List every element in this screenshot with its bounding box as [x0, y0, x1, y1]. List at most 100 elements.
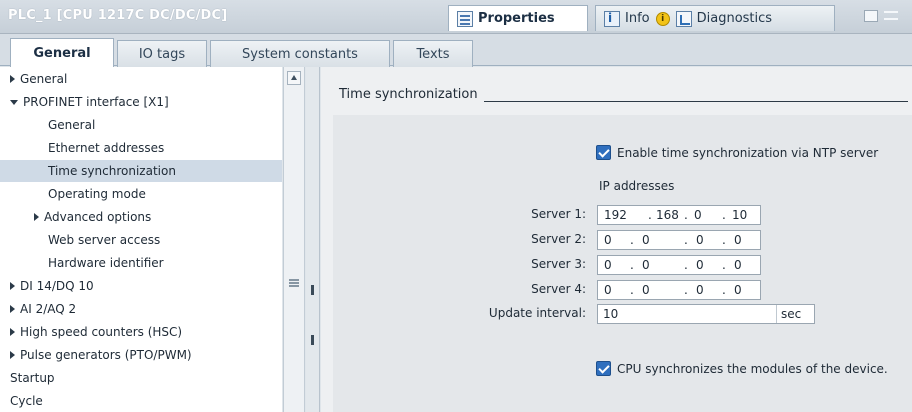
- nav-item-general[interactable]: General: [0, 68, 282, 90]
- expand-arrow-icon[interactable]: [10, 75, 15, 83]
- nav-scrollbar[interactable]: [283, 67, 305, 412]
- expand-arrow-icon[interactable]: [10, 351, 15, 359]
- ip-octet: 0: [696, 233, 704, 247]
- diagnostics-icon: [675, 10, 692, 27]
- nav-item-hsc[interactable]: High speed counters (HSC): [0, 321, 282, 343]
- ip-octet: 168: [656, 208, 679, 222]
- ip-octet: 0: [696, 258, 704, 272]
- ip-octet: 0: [696, 283, 704, 297]
- properties-content: Time synchronization Enable time synchro…: [321, 67, 912, 412]
- nav-item-label: General: [20, 72, 68, 86]
- nav-item-hardware-identifier[interactable]: Hardware identifier: [0, 252, 282, 274]
- ip-octet: 0: [642, 258, 650, 272]
- splitter-marker-icon: [311, 285, 314, 295]
- expand-arrow-icon[interactable]: [34, 213, 39, 221]
- ip-octet: 0: [734, 258, 742, 272]
- ip-dot: .: [722, 258, 726, 272]
- nav-item-profinet-general[interactable]: General: [0, 114, 282, 136]
- nav-item-cycle[interactable]: Cycle: [0, 390, 282, 412]
- server-1-ip-input[interactable]: 192 . 168 . 0 . 10: [597, 205, 761, 225]
- nav-item-advanced-options[interactable]: Advanced options: [0, 206, 282, 228]
- nav-item-label: Advanced options: [44, 210, 152, 224]
- nav-item-label: High speed counters (HSC): [20, 325, 183, 339]
- nav-item-label: Cycle: [10, 394, 43, 408]
- tab-io-tags[interactable]: IO tags: [117, 40, 207, 67]
- checkmark-icon[interactable]: [596, 145, 611, 160]
- tab-general[interactable]: General: [10, 38, 114, 67]
- ip-dot: .: [684, 208, 688, 222]
- ip-octet: 0: [604, 258, 612, 272]
- properties-label: Properties: [478, 11, 555, 26]
- navigation-tree: General PROFINET interface [X1] General …: [0, 67, 282, 412]
- tab-texts[interactable]: Texts: [393, 40, 473, 67]
- window-title: PLC_1 [CPU 1217C DC/DC/DC]: [8, 8, 228, 23]
- update-interval-input[interactable]: 10 sec: [597, 304, 815, 324]
- panel-splitter[interactable]: [306, 67, 320, 412]
- server-2-label: Server 2:: [531, 232, 586, 246]
- title-bar: PLC_1 [CPU 1217C DC/DC/DC] Properties In…: [0, 0, 912, 34]
- ntp-sync-checkbox[interactable]: Enable time synchronization via NTP serv…: [596, 145, 878, 160]
- diagnostics-label: Diagnostics: [696, 11, 773, 26]
- expand-arrow-icon[interactable]: [10, 328, 15, 336]
- minimize-panel-icon[interactable]: [884, 11, 898, 20]
- server-4-ip-input[interactable]: 0 . 0 . 0 . 0: [597, 280, 761, 300]
- nav-item-label: Pulse generators (PTO/PWM): [20, 348, 192, 362]
- update-interval-value: 10: [603, 307, 619, 321]
- ip-dot: .: [630, 283, 634, 297]
- ip-dot: .: [722, 208, 726, 222]
- nav-item-label: Operating mode: [48, 187, 146, 201]
- nav-item-pulse-generators[interactable]: Pulse generators (PTO/PWM): [0, 344, 282, 366]
- update-interval-label: Update interval:: [488, 306, 586, 320]
- nav-item-label: Hardware identifier: [48, 256, 164, 270]
- nav-item-startup[interactable]: Startup: [0, 367, 282, 389]
- info-diagnostics-tab[interactable]: Info i Diagnostics: [595, 5, 835, 31]
- nav-item-label: Ethernet addresses: [48, 141, 165, 155]
- nav-item-label: Time synchronization: [48, 164, 176, 178]
- nav-item-time-synchronization[interactable]: Time synchronization: [0, 160, 282, 182]
- ip-octet: 0: [604, 283, 612, 297]
- nav-item-label: Startup: [10, 371, 55, 385]
- float-window-icon[interactable]: [864, 10, 878, 22]
- sync-modules-label: CPU synchronizes the modules of the devi…: [617, 361, 888, 376]
- nav-item-di-dq[interactable]: DI 14/DQ 10: [0, 275, 282, 297]
- ip-octet: 192: [604, 208, 627, 222]
- properties-tab[interactable]: Properties: [448, 5, 588, 31]
- splitter-marker-icon: [311, 335, 314, 345]
- sync-modules-checkbox[interactable]: CPU synchronizes the modules of the devi…: [596, 361, 888, 376]
- nav-item-ai-aq[interactable]: AI 2/AQ 2: [0, 298, 282, 320]
- nav-item-operating-mode[interactable]: Operating mode: [0, 183, 282, 205]
- server-3-label: Server 3:: [531, 257, 586, 271]
- ip-dot: .: [722, 283, 726, 297]
- expand-arrow-icon[interactable]: [10, 282, 15, 290]
- info-alert-icon: i: [655, 11, 670, 26]
- nav-item-label: Web server access: [48, 233, 161, 247]
- expand-arrow-icon[interactable]: [10, 305, 15, 313]
- scroll-up-icon[interactable]: [287, 71, 301, 85]
- ip-addresses-heading: IP addresses: [599, 179, 675, 193]
- server-2-ip-input[interactable]: 0 . 0 . 0 . 0: [597, 230, 761, 250]
- ip-octet: 0: [642, 233, 650, 247]
- ip-dot: .: [684, 258, 688, 272]
- server-3-ip-input[interactable]: 0 . 0 . 0 . 0: [597, 255, 761, 275]
- collapse-arrow-icon[interactable]: [10, 99, 18, 105]
- server-1-label: Server 1:: [531, 207, 586, 221]
- section-title: Time synchronization: [339, 87, 484, 102]
- property-tabs: General IO tags System constants Texts: [0, 34, 912, 67]
- ip-octet: 0: [642, 283, 650, 297]
- ip-octet: 0: [734, 283, 742, 297]
- ip-dot: .: [630, 258, 634, 272]
- nav-item-ethernet-addresses[interactable]: Ethernet addresses: [0, 137, 282, 159]
- properties-icon: [457, 10, 473, 27]
- server-4-label: Server 4:: [531, 282, 586, 296]
- update-interval-unit: sec: [776, 305, 815, 323]
- nav-item-profinet-interface[interactable]: PROFINET interface [X1]: [0, 91, 282, 113]
- nav-item-web-server-access[interactable]: Web server access: [0, 229, 282, 251]
- scrollbar-grip-icon[interactable]: [289, 279, 299, 287]
- nav-item-label: AI 2/AQ 2: [20, 302, 77, 316]
- checkmark-icon[interactable]: [596, 361, 611, 376]
- time-sync-panel: Enable time synchronization via NTP serv…: [333, 115, 912, 412]
- nav-item-label: General: [48, 118, 96, 132]
- info-icon: [604, 10, 620, 27]
- info-label: Info: [625, 11, 650, 26]
- tab-system-constants[interactable]: System constants: [210, 40, 390, 67]
